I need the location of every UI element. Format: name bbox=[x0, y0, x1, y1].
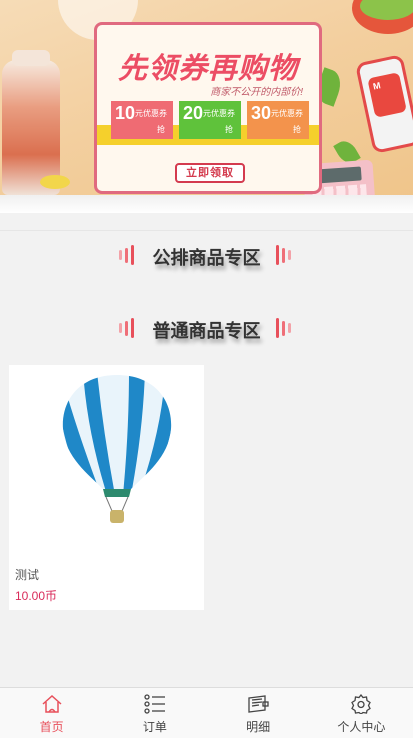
product-card[interactable]: 测试 10.00币 bbox=[9, 365, 204, 610]
product-price: 10.00币 bbox=[15, 589, 58, 603]
bottom-tab-bar: 首页 订单 明细 个人中心 bbox=[0, 687, 413, 738]
banner-subtitle: 商家不公开的内部价! bbox=[210, 87, 303, 98]
coupon-grab-label: 抢 bbox=[293, 125, 301, 134]
coupon-amount: 20 bbox=[183, 103, 204, 123]
coupon-text: 元优惠券 bbox=[135, 109, 168, 118]
tab-profile[interactable]: 个人中心 bbox=[310, 688, 413, 738]
phone-image: M bbox=[354, 54, 413, 154]
coupon-20[interactable]: 20元优惠券 抢 bbox=[179, 101, 241, 139]
coupon-text: 元优惠券 bbox=[203, 109, 236, 118]
tab-details[interactable]: 明细 bbox=[207, 688, 310, 738]
salad-bowl-image bbox=[352, 0, 413, 34]
coupon-10[interactable]: 10元优惠券 抢 bbox=[111, 101, 173, 139]
banner-shelf bbox=[0, 195, 413, 213]
lemon-image bbox=[40, 175, 70, 189]
banner-title: 先领券再购物 bbox=[117, 53, 298, 85]
tab-label: 个人中心 bbox=[337, 720, 386, 734]
coupon-text: 元优惠券 bbox=[271, 109, 304, 118]
list-icon bbox=[144, 694, 165, 714]
featured-section-header: 公排商品专区 bbox=[0, 244, 413, 268]
coupon-amount: 30 bbox=[251, 103, 272, 123]
home-icon bbox=[42, 694, 62, 713]
phone-badge-text: M bbox=[372, 80, 382, 92]
coupon-grab-label: 抢 bbox=[157, 125, 165, 134]
tab-orders[interactable]: 订单 bbox=[103, 688, 206, 738]
coupon-amount: 10 bbox=[115, 103, 136, 123]
title-bars-right-icon bbox=[276, 318, 294, 338]
settings-icon bbox=[351, 694, 372, 714]
tab-home[interactable]: 首页 bbox=[0, 688, 103, 738]
main-content[interactable]: 公排商品专区 普通商品专区 测试 10.00币 bbox=[0, 230, 413, 687]
coupon-card: 先领券再购物 商家不公开的内部价! 10元优惠券 抢 20元优惠券 抢 30元优… bbox=[94, 22, 322, 194]
claim-now-button[interactable]: 立即领取 bbox=[175, 163, 245, 183]
promo-banner[interactable]: M 先领券再购物 商家不公开的内部价! 10元优惠券 抢 20元优惠券 抢 30… bbox=[0, 0, 413, 213]
normal-section-header: 普通商品专区 bbox=[0, 317, 413, 341]
coupon-30[interactable]: 30元优惠券 抢 bbox=[247, 101, 309, 139]
tab-label: 首页 bbox=[39, 720, 64, 734]
receipt-icon bbox=[248, 695, 269, 713]
tab-label: 明细 bbox=[246, 720, 271, 734]
title-bars-right-icon bbox=[276, 245, 294, 265]
coupon-grab-label: 抢 bbox=[225, 125, 233, 134]
tab-label: 订单 bbox=[142, 720, 167, 734]
featured-section-title: 公排商品专区 bbox=[152, 248, 261, 268]
normal-section-title: 普通商品专区 bbox=[152, 321, 261, 341]
product-name: 测试 bbox=[15, 568, 40, 582]
hot-air-balloon-image bbox=[62, 375, 172, 523]
